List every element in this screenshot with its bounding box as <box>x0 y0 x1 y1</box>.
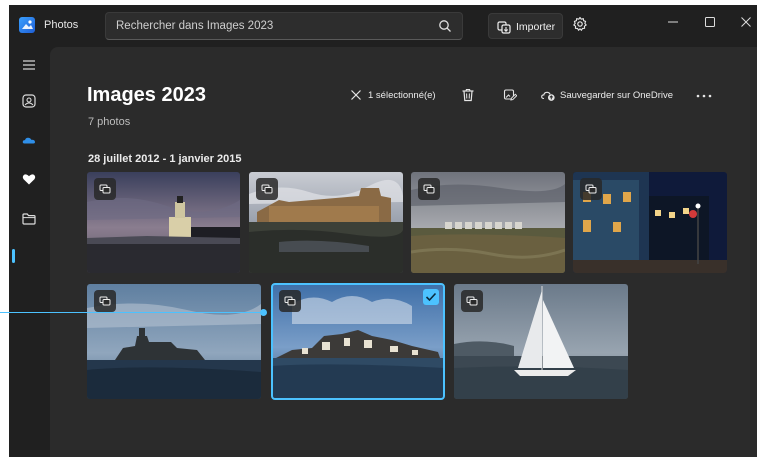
cloud-icon <box>22 137 35 144</box>
import-button[interactable]: Importer <box>488 13 563 39</box>
app-title: Photos <box>44 19 79 31</box>
page-title: Images 2023 <box>87 84 206 106</box>
photos-app-icon <box>19 17 35 33</box>
sidebar-item-onedrive[interactable] <box>17 128 41 152</box>
callout-dot <box>260 309 267 316</box>
active-indicator <box>12 249 15 263</box>
more-icon <box>696 94 712 98</box>
maximize-icon <box>705 17 715 27</box>
stack-badge <box>94 290 116 312</box>
sidebar-item-folders[interactable] <box>17 207 41 231</box>
stack-icon <box>261 184 273 194</box>
clear-selection-button[interactable]: 1 sélectionné(e) <box>348 85 440 105</box>
photo-thumbnail-fortress[interactable] <box>249 172 403 273</box>
stack-icon <box>99 296 111 306</box>
sidebar-menu-button[interactable] <box>17 53 41 77</box>
photos-window: Photos Rechercher dans Images 2023 Impor… <box>9 5 757 457</box>
gear-icon[interactable] <box>572 16 588 37</box>
photo-thumbnail-night-street[interactable] <box>573 172 727 273</box>
stack-badge <box>418 178 440 200</box>
stack-icon <box>284 296 296 306</box>
title-bar: Photos Rechercher dans Images 2023 Impor… <box>9 5 757 47</box>
delete-button[interactable] <box>458 85 478 105</box>
minimize-icon <box>668 21 678 23</box>
photo-thumbnail-lighthouse[interactable] <box>87 172 240 273</box>
hamburger-icon <box>23 60 35 70</box>
close-button[interactable] <box>734 12 757 32</box>
import-label: Importer <box>516 21 556 33</box>
stack-badge <box>461 290 483 312</box>
trash-icon <box>462 88 474 102</box>
more-options-button[interactable] <box>693 85 715 105</box>
photo-thumbnail-sailboat[interactable] <box>454 284 628 399</box>
checkmark-icon <box>425 292 437 302</box>
edit-image-icon <box>503 89 517 101</box>
photo-count: 7 photos <box>88 116 131 128</box>
stack-badge <box>256 178 278 200</box>
date-range-heading: 28 juillet 2012 - 1 janvier 2015 <box>88 153 242 165</box>
heart-icon <box>22 174 36 185</box>
stack-icon <box>99 184 111 194</box>
cloud-backup-icon <box>541 91 555 101</box>
maximize-button[interactable] <box>698 12 722 32</box>
close-icon <box>351 90 361 100</box>
import-icon <box>497 21 511 34</box>
selection-checkbox[interactable] <box>423 289 439 305</box>
search-input[interactable]: Rechercher dans Images 2023 <box>116 20 273 32</box>
close-icon <box>741 17 751 27</box>
stack-icon <box>466 296 478 306</box>
photo-thumbnail-island-castle[interactable] <box>87 284 261 399</box>
stack-badge <box>94 178 116 200</box>
gallery-icon <box>22 94 36 108</box>
sidebar-item-gallery[interactable] <box>17 89 41 113</box>
callout-line <box>0 312 263 313</box>
selected-count-label: 1 sélectionné(e) <box>368 90 436 101</box>
sidebar <box>9 47 50 457</box>
stack-badge <box>580 178 602 200</box>
onedrive-label: Sauvegarder sur OneDrive <box>560 90 673 101</box>
stack-icon <box>423 184 435 194</box>
photo-thumbnail-coastal-town[interactable] <box>272 284 444 399</box>
minimize-button[interactable] <box>661 12 685 32</box>
search-icon[interactable] <box>438 19 452 38</box>
save-to-onedrive-button[interactable]: Sauvegarder sur OneDrive <box>539 85 689 105</box>
main-content: Images 2023 7 photos 1 sélectionné(e) Sa… <box>50 47 757 457</box>
folder-icon <box>22 213 36 225</box>
stack-badge <box>279 290 301 312</box>
stack-icon <box>585 184 597 194</box>
edit-button[interactable] <box>500 85 520 105</box>
sidebar-item-favorites[interactable] <box>17 167 41 191</box>
search-box[interactable]: Rechercher dans Images 2023 <box>105 12 463 40</box>
photo-thumbnail-beach-huts[interactable] <box>411 172 565 273</box>
